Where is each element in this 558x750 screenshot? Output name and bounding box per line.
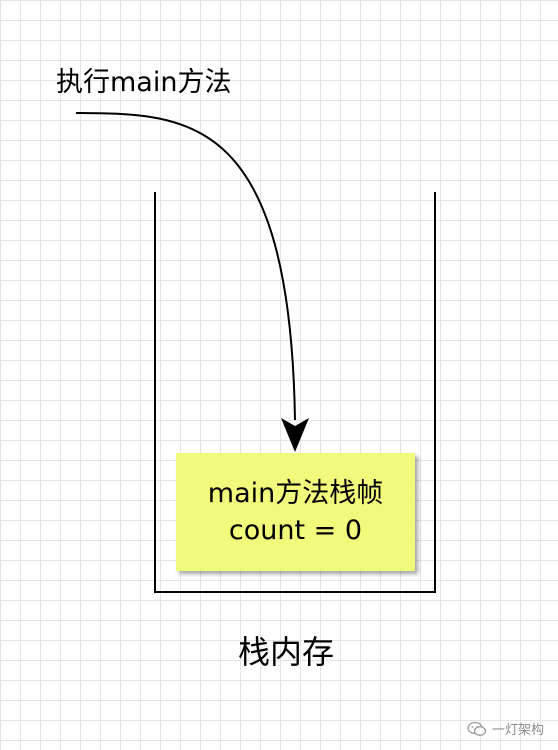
- wechat-icon: [467, 721, 487, 736]
- stack-frame-variable: count = 0: [228, 515, 363, 546]
- call-arrowhead: [281, 418, 309, 452]
- watermark: 一灯架构: [467, 719, 544, 738]
- stack-memory-label: 栈内存: [238, 633, 335, 671]
- watermark-text: 一灯架构: [491, 723, 544, 738]
- call-arrow-curve: [75, 112, 296, 421]
- stack-frame-title: main方法栈帧: [207, 478, 384, 509]
- main-stack-frame-box: main方法栈帧 count = 0: [176, 453, 415, 571]
- main-call-caption: 执行main方法: [56, 67, 232, 98]
